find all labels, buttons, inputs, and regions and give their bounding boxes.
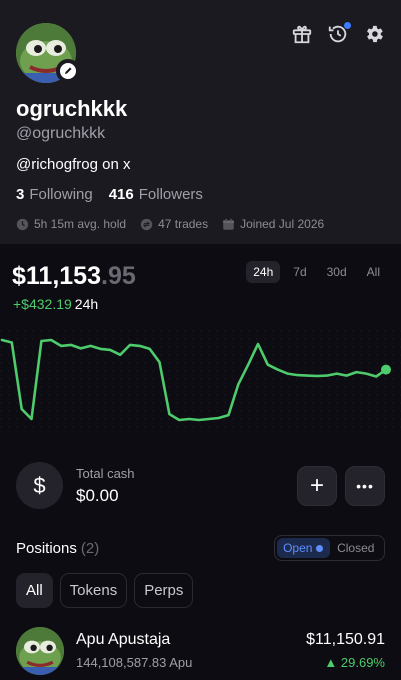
follow-stats: 3 Following 416 Followers: [16, 186, 203, 203]
range-7d[interactable]: 7d: [286, 261, 313, 283]
balance-dollars: $11,153: [12, 262, 101, 290]
chart-current-point: [381, 364, 391, 375]
more-icon: •••: [356, 478, 374, 494]
header-actions: [291, 22, 385, 45]
add-cash-button[interactable]: +: [297, 466, 337, 506]
following-label: Following: [29, 186, 93, 203]
balance-cents: .95: [101, 262, 136, 290]
balance-change: +$432.19 24h: [13, 296, 98, 312]
profile-header: ogruchkkk @ogruchkkk @richogfrog on x 3F…: [0, 0, 401, 244]
followers-stat[interactable]: 416 Followers: [109, 186, 203, 203]
toggle-closed[interactable]: Closed: [330, 538, 383, 558]
display-name: ogruchkkk: [16, 96, 128, 121]
position-value: $11,150.91: [306, 631, 385, 648]
history-button[interactable]: [327, 22, 351, 45]
trades-icon: [140, 218, 153, 230]
position-name: Apu Apustaja: [76, 631, 171, 648]
toggle-closed-label: Closed: [337, 541, 375, 555]
open-indicator-dot: [316, 544, 324, 552]
filter-all[interactable]: All: [16, 573, 53, 608]
positions-header: Positions (2): [16, 540, 99, 557]
position-amount: 144,108,587.83 Apu: [76, 655, 193, 670]
portfolio-chart[interactable]: [0, 330, 401, 430]
time-range-selector: 24h 7d 30d All: [246, 261, 387, 283]
change-period: 24h: [74, 296, 99, 312]
toggle-open-label: Open: [283, 541, 313, 555]
following-count: 3: [16, 186, 25, 203]
notification-dot: [344, 22, 351, 29]
avg-hold-meta: 5h 15m avg. hold: [16, 217, 126, 231]
total-cash-value: $0.00: [76, 486, 119, 505]
profile-avatar-wrap[interactable]: [16, 23, 80, 83]
trades-text: 47 trades: [158, 217, 209, 231]
calendar-icon: [223, 218, 234, 230]
joined-meta: Joined Jul 2026: [222, 217, 324, 231]
token-avatar: [16, 627, 64, 675]
followers-label: Followers: [138, 186, 203, 203]
clock-icon: [16, 218, 29, 230]
toggle-open[interactable]: Open: [277, 538, 330, 558]
pencil-icon: [60, 63, 76, 79]
followers-count: 416: [108, 186, 134, 203]
positions-count: (2): [80, 540, 100, 557]
profile-meta: 5h 15m avg. hold 47 trades Joined Jul 20…: [16, 217, 324, 231]
range-all[interactable]: All: [360, 261, 387, 283]
gift-button[interactable]: [291, 23, 313, 45]
position-filters: All Tokens Perps: [16, 573, 194, 608]
filter-perps[interactable]: Perps: [134, 573, 194, 608]
portfolio-balance: $11,153.95: [12, 262, 136, 291]
trades-meta: 47 trades: [140, 217, 208, 231]
avg-hold-text: 5h 15m avg. hold: [34, 217, 127, 231]
filter-tokens[interactable]: Tokens: [59, 573, 128, 608]
range-30d[interactable]: 30d: [320, 261, 354, 283]
change-amount: +$432.19: [13, 296, 72, 312]
position-row[interactable]: Apu Apustaja 144,108,587.83 Apu $11,150.…: [0, 625, 401, 680]
gear-icon: [367, 25, 383, 43]
joined-text: Joined Jul 2026: [240, 217, 325, 231]
plus-icon: +: [309, 472, 324, 499]
following-stat[interactable]: 3 Following: [16, 186, 93, 203]
cash-icon: $: [16, 462, 63, 509]
gift-icon: [292, 25, 312, 44]
positions-title: Positions: [16, 540, 77, 557]
more-options-button[interactable]: •••: [345, 466, 385, 506]
total-cash-label: Total cash: [76, 466, 135, 481]
edit-avatar-button[interactable]: [56, 59, 80, 83]
username-handle: @ogruchkkk: [16, 125, 106, 142]
open-closed-toggle: Open Closed: [274, 535, 385, 561]
x-handle-link[interactable]: @richogfrog on x: [16, 156, 130, 173]
settings-button[interactable]: [363, 23, 385, 45]
range-24h[interactable]: 24h: [246, 261, 281, 283]
position-change: ▲ 29.69%: [324, 655, 385, 670]
